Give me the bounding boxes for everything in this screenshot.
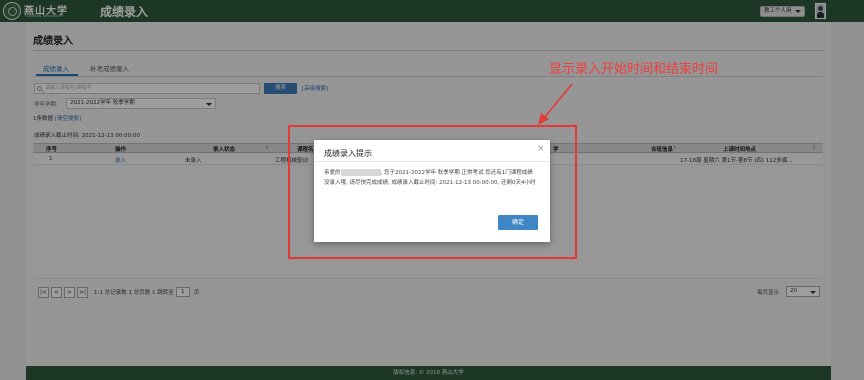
annotation-arrow-icon [538, 83, 573, 125]
close-icon[interactable]: × [537, 144, 545, 154]
dialog-message-prefix: 亲爱的 [324, 170, 341, 176]
dialog-message: 亲爱的, 您于2021-2022学年 秋季学期 正常考试 您还有1门课程成绩没录… [324, 168, 538, 188]
confirm-button[interactable]: 确定 [498, 215, 538, 230]
dialog-title: 成绩录入提示 [324, 149, 372, 158]
score-entry-dialog: 成绩录入提示 × 亲爱的, 您于2021-2022学年 秋季学期 正常考试 您还… [314, 140, 550, 242]
redacted-name [340, 169, 381, 176]
dialog-divider [314, 161, 550, 162]
annotation-text: 显示录入开始时间和结束时间 [549, 62, 719, 77]
